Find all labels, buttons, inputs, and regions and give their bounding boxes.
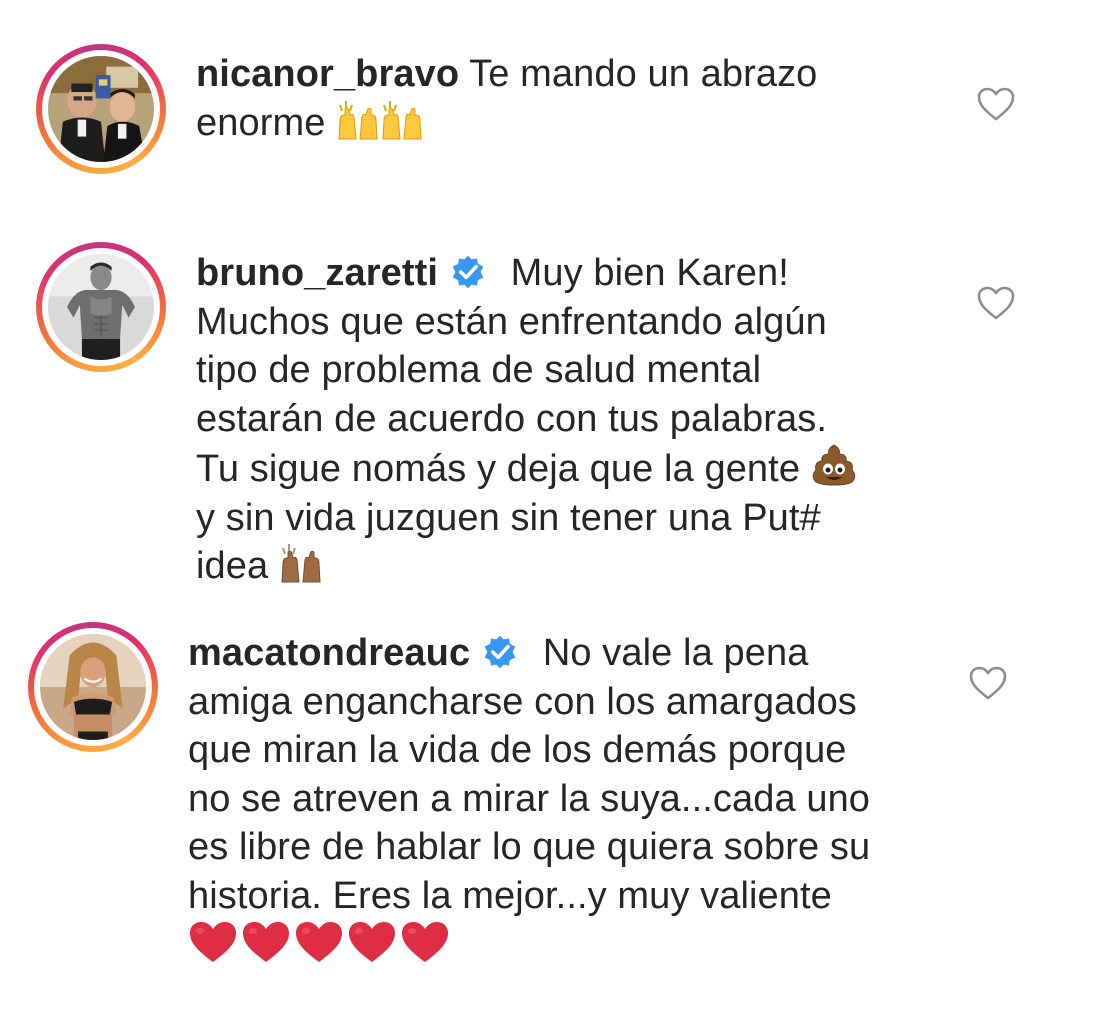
like-button[interactable] (976, 285, 1016, 321)
comment-text: nicanor_bravo Te mando un abrazo enorme (196, 50, 956, 147)
raising-hands-icon (380, 99, 424, 141)
comment-body-line: No vale la pena (542, 632, 809, 674)
raising-hands-icon (336, 99, 380, 141)
comment-text: macatondreauc No vale la pena amiga enga… (188, 629, 978, 969)
comment-body-line: es libre de hablar lo que quiera sobre s… (188, 826, 871, 868)
heart-outline-icon (969, 666, 1007, 700)
raising-hands-icon (279, 542, 323, 584)
comment-username[interactable]: bruno_zaretti (196, 252, 438, 294)
heart-outline-icon (977, 286, 1015, 320)
verified-badge-icon (450, 254, 486, 290)
avatar[interactable] (28, 622, 158, 752)
comment-body-line: historia. Eres la mejor...y muy valiente (188, 874, 832, 917)
comment-body-line: que miran la vida de los demás porque (188, 729, 847, 771)
like-button[interactable] (976, 86, 1016, 122)
comment-body-line: y sin vida juzguen sin tener una Put# (196, 496, 821, 539)
red-heart-icon (400, 920, 450, 964)
red-heart-icon (294, 920, 344, 964)
red-heart-icon (241, 920, 291, 964)
avatar-photo (48, 254, 154, 360)
comment-item: nicanor_bravo Te mando un abrazo enorme (0, 0, 1112, 200)
comment-item: macatondreauc No vale la pena amiga enga… (0, 610, 1112, 1010)
comment-username[interactable]: macatondreauc (188, 632, 470, 674)
pile-of-poo-icon (811, 443, 857, 487)
heart-outline-icon (977, 87, 1015, 121)
comment-body-line: Te mando un abrazo (469, 53, 818, 95)
comment-text: bruno_zaretti Muy bien Karen! Muchos que… (196, 249, 956, 591)
comment-body-line: Tu sigue nomás y deja que la gente (196, 448, 801, 490)
avatar[interactable] (36, 44, 166, 174)
comment-body-line: estarán de acuerdo con tus palabras. (196, 397, 828, 440)
comment-item: bruno_zaretti Muy bien Karen! Muchos que… (0, 230, 1112, 610)
comment-username[interactable]: nicanor_bravo (196, 53, 459, 95)
avatar-photo (48, 56, 154, 162)
comment-body-line: tipo de problema de salud mental (196, 349, 762, 391)
comment-body-line: Muchos que están enfrentando algún (196, 300, 827, 343)
comment-body-line: Muy bien Karen! (510, 252, 789, 294)
avatar-photo (40, 634, 146, 740)
comment-body-line: idea (196, 545, 269, 587)
red-heart-icon (347, 920, 397, 964)
comment-body-line: no se atreven a mirar la suya...cada uno (188, 777, 871, 820)
red-heart-icon (188, 920, 238, 964)
like-button[interactable] (968, 665, 1008, 701)
avatar[interactable] (36, 242, 166, 372)
verified-badge-icon (482, 634, 518, 670)
comment-body-line: enorme (196, 101, 326, 144)
comment-body-line: amiga engancharse con los amargados (188, 680, 857, 723)
